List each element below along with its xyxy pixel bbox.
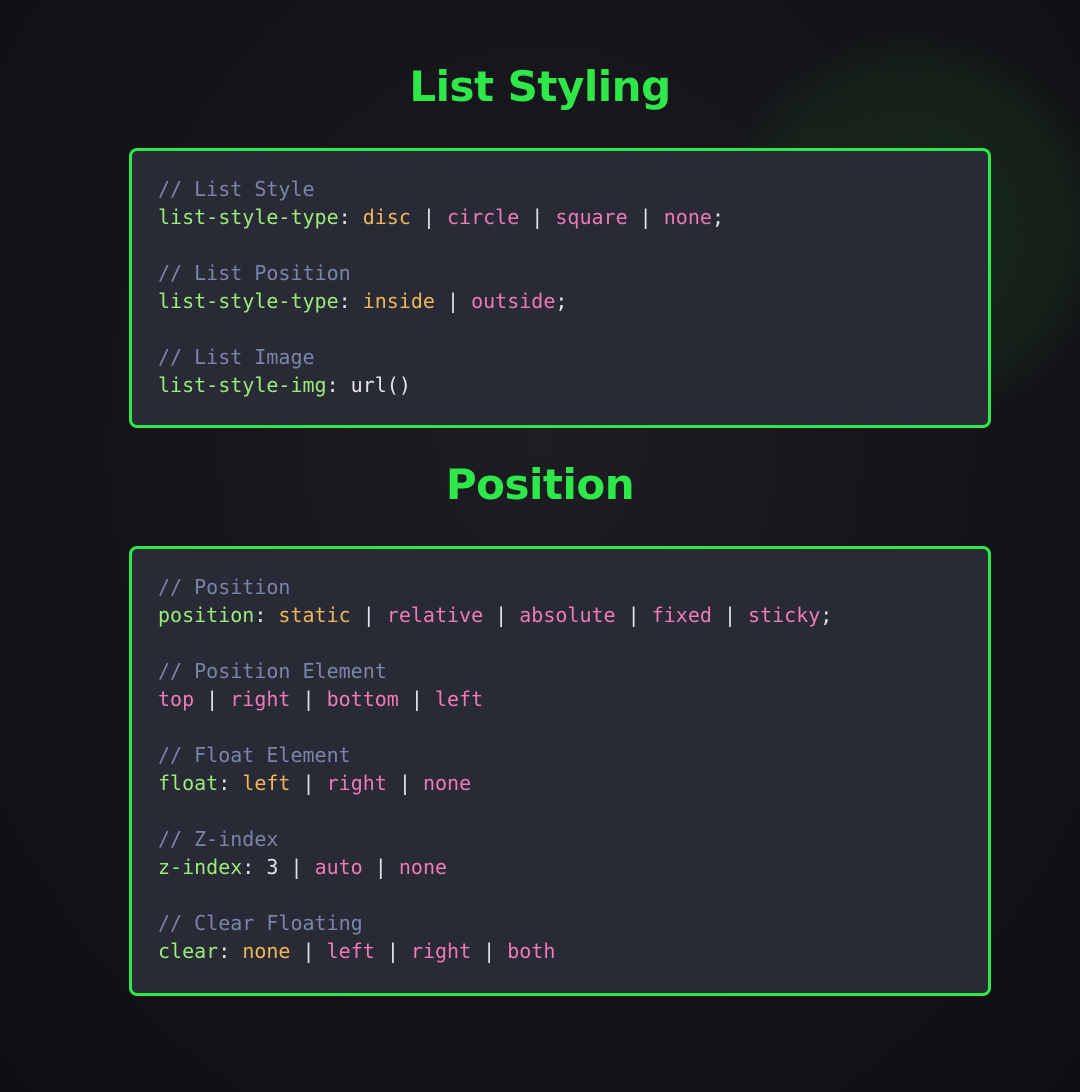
code-token: ; — [711, 205, 724, 229]
code-token: z-index — [158, 855, 243, 879]
code-token: : — [254, 603, 279, 627]
code-token: : — [218, 771, 243, 795]
code-line: float: left | right | none — [158, 769, 962, 797]
code-token: : — [338, 289, 363, 313]
code-line: list-style-img: url() — [158, 371, 962, 399]
code-token: top — [158, 687, 195, 711]
code-token: position — [158, 603, 255, 627]
code-token: static — [278, 603, 351, 627]
code-block: // List Style list-style-type: disc | cir… — [158, 175, 962, 231]
code-token: both — [507, 939, 556, 963]
code-block: // List Position list-style-type: inside … — [158, 259, 962, 315]
code-token: | — [290, 687, 327, 711]
code-block: // Z-index z-index: 3 | auto | none — [158, 825, 962, 881]
code-line: clear: none | left | right | both — [158, 937, 962, 965]
code-token: | — [398, 687, 435, 711]
code-token: | — [410, 205, 448, 229]
code-token: ; — [555, 289, 568, 313]
code-line: list-style-type: inside | outside; — [158, 287, 962, 315]
code-token: none — [422, 771, 472, 795]
code-token: ; — [820, 603, 833, 627]
code-token: sticky — [748, 603, 821, 627]
code-token: | — [290, 771, 327, 795]
code-token: : — [326, 373, 351, 397]
code-token: none — [398, 855, 448, 879]
code-token: left — [434, 687, 484, 711]
code-token: url() — [350, 373, 411, 397]
section-title-list-styling: List Styling — [409, 62, 671, 111]
code-token: inside — [362, 289, 435, 313]
code-token: | — [362, 855, 399, 879]
code-token: left — [242, 771, 291, 795]
code-comment: // Z-index — [158, 827, 279, 851]
code-box-list-styling: // List Style list-style-type: disc | cir… — [129, 148, 991, 428]
code-block: // Position position: static | relative |… — [158, 573, 962, 629]
code-block: // Float Element float: left | right | no… — [158, 741, 962, 797]
code-line: top | right | bottom | left — [158, 685, 962, 713]
code-comment: // List Position — [158, 261, 351, 285]
code-token: | — [471, 939, 508, 963]
code-token: : — [218, 939, 243, 963]
code-token: none — [663, 205, 712, 229]
code-comment: // List Style — [158, 177, 315, 201]
code-token: none — [242, 939, 291, 963]
code-token: | — [194, 687, 231, 711]
code-block: // Position Element top | right | bottom … — [158, 657, 962, 713]
code-line: list-style-type: disc | circle | square … — [158, 203, 962, 231]
code-token: | — [350, 603, 387, 627]
code-token: square — [555, 205, 628, 229]
code-comment: // Position Element — [158, 659, 387, 683]
code-line: position: static | relative | absolute |… — [158, 601, 962, 629]
code-token: right — [410, 939, 472, 963]
code-token: : — [338, 205, 363, 229]
code-comment: // List Image — [158, 345, 315, 369]
code-token: auto — [314, 855, 363, 879]
code-token: list-style-img — [158, 373, 327, 397]
code-token: | — [290, 939, 327, 963]
code-token: | — [711, 603, 749, 627]
code-block: // Clear Floating clear: none | left | ri… — [158, 909, 962, 965]
code-token: | — [615, 603, 652, 627]
code-token: right — [326, 771, 387, 795]
code-token: | — [374, 939, 411, 963]
code-token: list-style-type — [158, 289, 339, 313]
code-token: clear — [158, 939, 219, 963]
code-token: | — [434, 289, 472, 313]
code-token: list-style-type — [158, 205, 339, 229]
code-token: fixed — [651, 603, 712, 627]
code-token: absolute — [519, 603, 616, 627]
code-token: | — [519, 205, 556, 229]
code-token: | — [278, 855, 315, 879]
code-comment: // Float Element — [158, 743, 351, 767]
code-token: : — [242, 855, 267, 879]
code-token: disc — [362, 205, 411, 229]
code-token: float — [158, 771, 219, 795]
code-token: bottom — [326, 687, 399, 711]
code-box-position: // Position position: static | relative |… — [129, 546, 991, 996]
code-line: z-index: 3 | auto | none — [158, 853, 962, 881]
code-token: | — [627, 205, 664, 229]
code-token: circle — [447, 205, 520, 229]
code-token: right — [230, 687, 291, 711]
code-token: 3 — [266, 855, 279, 879]
section-title-position: Position — [445, 460, 635, 509]
code-token: outside — [471, 289, 556, 313]
code-comment: // Clear Floating — [158, 911, 363, 935]
code-token: | — [386, 771, 423, 795]
code-token: relative — [386, 603, 484, 627]
code-block: // List Image list-style-img: url() — [158, 343, 962, 399]
code-token: left — [326, 939, 375, 963]
code-comment: // Position — [158, 575, 291, 599]
code-token: | — [483, 603, 520, 627]
